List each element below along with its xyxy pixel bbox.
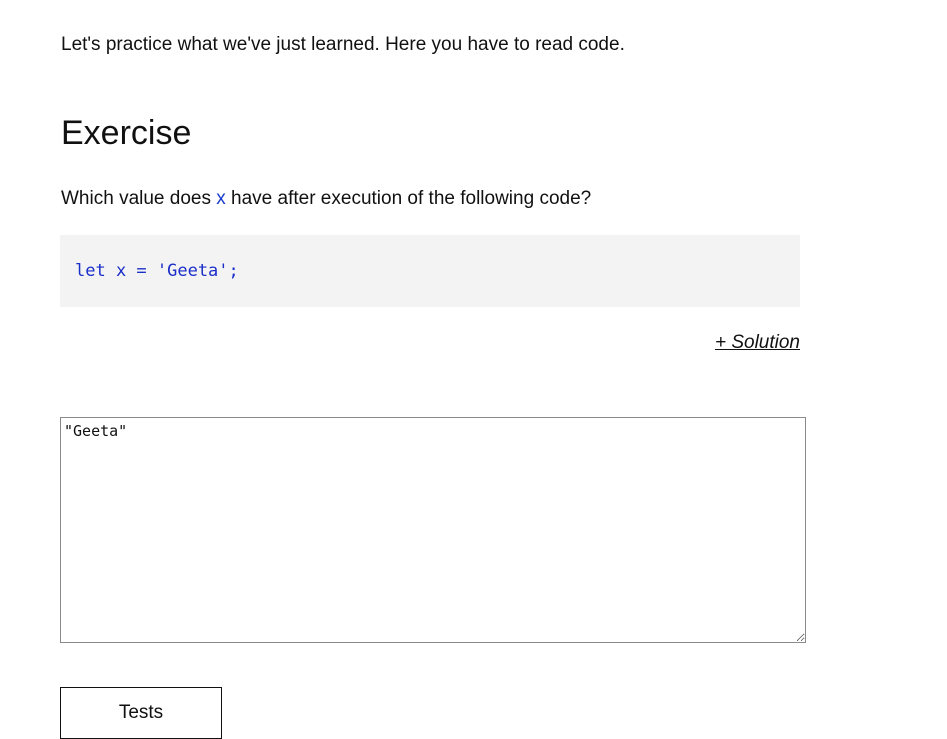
intro-text: Let's practice what we've just learned. …	[61, 34, 625, 55]
question-text-after: have after execution of the following co…	[225, 188, 592, 209]
exercise-heading: Exercise	[61, 114, 192, 152]
question-text-before: Which value does	[61, 188, 217, 209]
answer-textarea[interactable]: "Geeta"	[60, 417, 806, 643]
page: Let's practice what we've just learned. …	[0, 0, 947, 739]
question-variable: x	[216, 188, 226, 209]
code-block: let x = 'Geeta';	[60, 235, 800, 307]
solution-toggle-link[interactable]: + Solution	[715, 331, 800, 355]
tests-button[interactable]: Tests	[60, 687, 222, 739]
exercise-question: Which value does x have after execution …	[61, 187, 591, 211]
code-snippet: let x = 'Geeta';	[75, 261, 239, 281]
